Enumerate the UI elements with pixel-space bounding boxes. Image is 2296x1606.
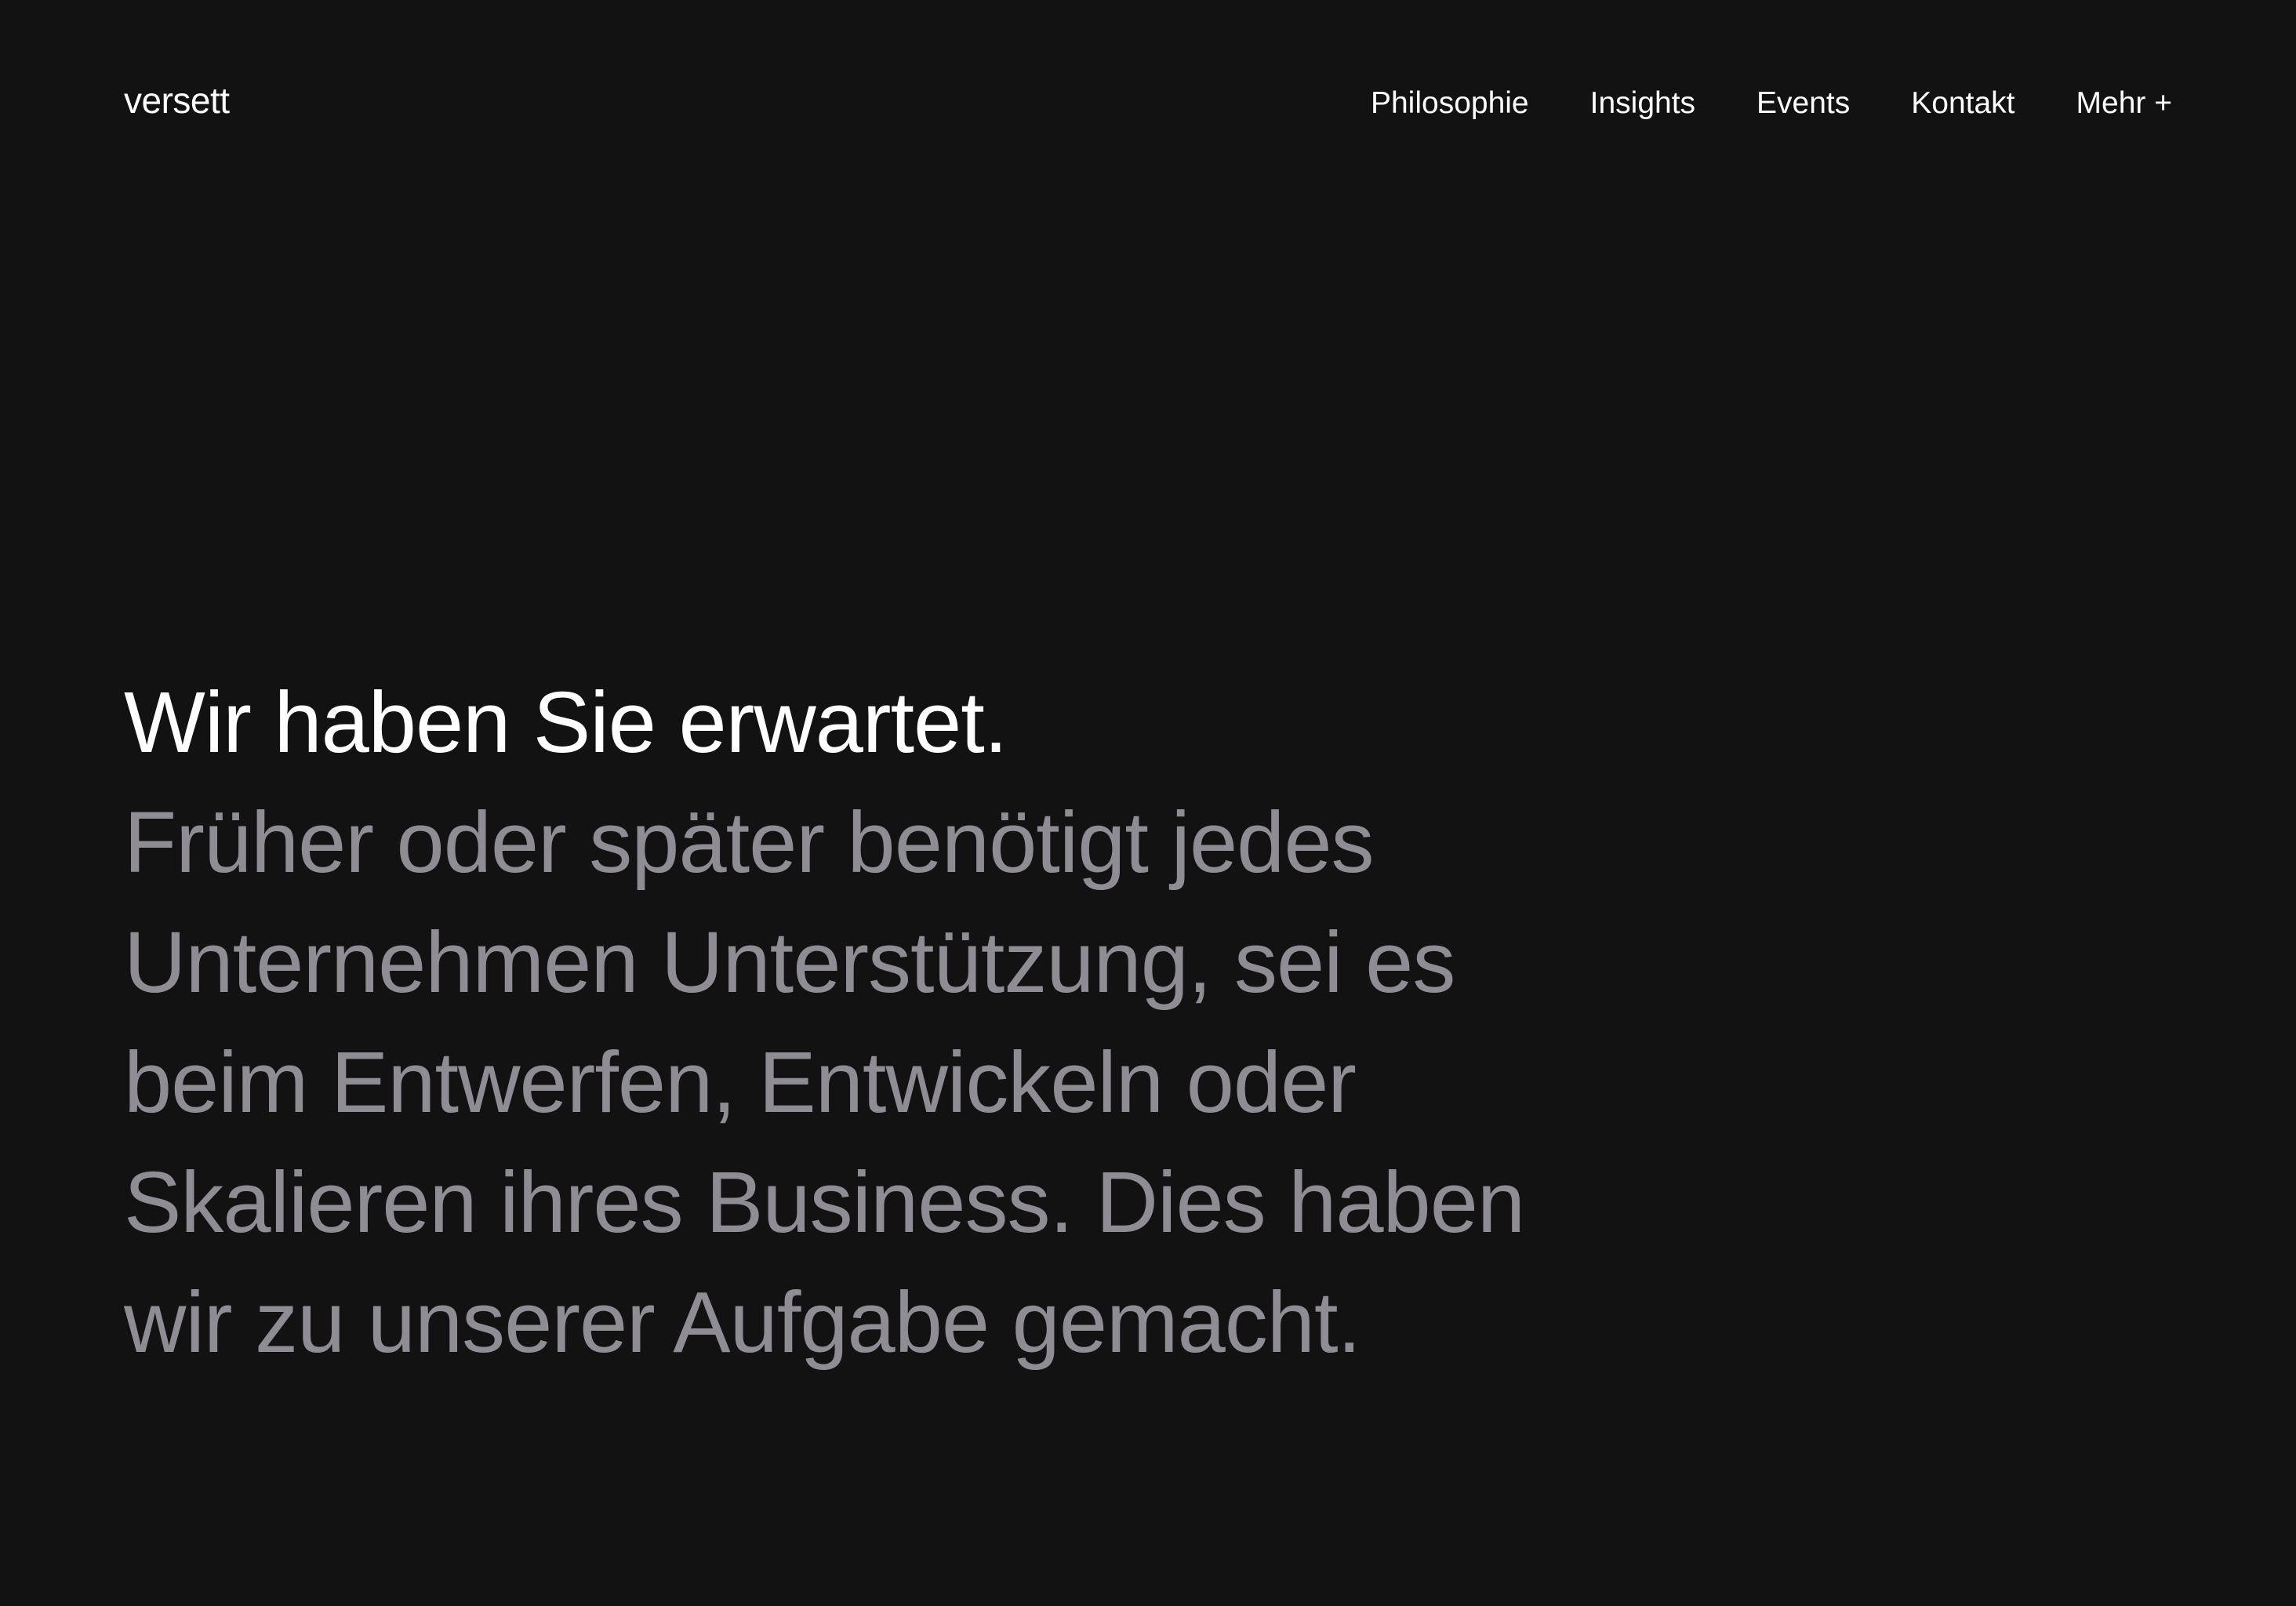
hero-body: Früher oder später benötigt jedes Untern… (124, 783, 1661, 1383)
main-nav: Philosophie Insights Events Kontakt Mehr… (1371, 82, 2172, 125)
hero-section: Wir haben Sie erwartet. Früher oder spät… (124, 663, 1661, 1383)
nav-item-mehr[interactable]: Mehr + (2076, 82, 2172, 125)
hero-body-line: Früher oder später benötigt jedes (124, 794, 1375, 891)
nav-item-events[interactable]: Events (1757, 82, 1850, 125)
nav-item-insights[interactable]: Insights (1590, 82, 1695, 125)
hero-body-line: Unternehmen Unterstützung, sei es (124, 914, 1455, 1011)
site-header: versett Philosophie Insights Events Kont… (0, 0, 2296, 204)
hero-body-line: Skalieren ihres Business. Dies haben (124, 1154, 1525, 1251)
nav-item-kontakt[interactable]: Kontakt (1911, 82, 2014, 125)
hero-headline: Wir haben Sie erwartet. (124, 674, 1008, 771)
hero-body-line: beim Entwerfen, Entwickeln oder (124, 1034, 1357, 1131)
hero-body-line: wir zu unserer Aufgabe gemacht. (124, 1274, 1361, 1371)
nav-item-philosophie[interactable]: Philosophie (1371, 82, 1529, 125)
site-logo[interactable]: versett (124, 77, 230, 124)
